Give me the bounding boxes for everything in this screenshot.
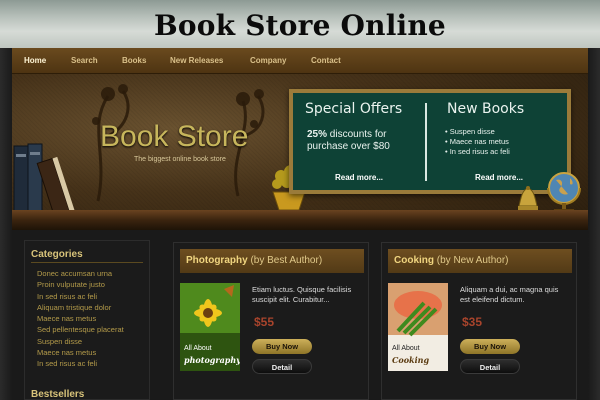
board-divider: [425, 103, 427, 181]
categories-divider: [31, 262, 143, 263]
nav-books[interactable]: Books: [122, 48, 146, 74]
category-link[interactable]: Donec accumsan urna: [37, 268, 124, 279]
buy-now-button[interactable]: Buy Now: [252, 339, 312, 354]
hero-banner: Book Store The biggest online book store…: [12, 74, 588, 230]
detail-button[interactable]: Detail: [460, 359, 520, 374]
categories-heading: Categories: [31, 249, 83, 260]
product-author: (by New Author): [436, 255, 509, 266]
offer-line-2: purchase over $80: [307, 141, 390, 152]
nav-new-releases[interactable]: New Releases: [170, 48, 223, 74]
special-offers-title: Special Offers: [305, 101, 403, 117]
product-price: $35: [462, 315, 483, 329]
categories-list: Donec accumsan urna Proin vulputate just…: [37, 268, 124, 370]
offer-line-1-text: discounts for: [327, 129, 387, 140]
book-cover-cooking[interactable]: All About Cooking: [388, 283, 448, 371]
nav-company[interactable]: Company: [250, 48, 286, 74]
offer-line-1: 25% discounts for: [307, 129, 387, 140]
cover-title-bottom: photography: [184, 355, 240, 365]
page-title-banner: Book Store Online: [0, 0, 600, 48]
product-card: Cooking (by New Author) All About Cookin…: [381, 242, 577, 400]
category-link[interactable]: Sed pellentesque placerat: [37, 324, 124, 335]
category-link[interactable]: Proin vulputate justo: [37, 279, 124, 290]
sidebar: Categories Donec accumsan urna Proin vul…: [24, 240, 150, 400]
bell-icon: [518, 186, 538, 210]
offer-percent: 25%: [307, 129, 328, 140]
book-cover-photography[interactable]: All About photography: [180, 283, 240, 371]
product-price: $55: [254, 315, 275, 329]
detail-button[interactable]: Detail: [252, 359, 312, 374]
new-book-item[interactable]: Maece nas metus: [445, 137, 510, 147]
new-book-item[interactable]: Suspen disse: [445, 127, 510, 137]
category-link[interactable]: Suspen disse: [37, 336, 124, 347]
bestsellers-heading: Bestsellers: [31, 389, 85, 400]
product-description: Etiam luctus. Quisque facilisis suscipit…: [252, 285, 352, 304]
product-card: Photography (by Best Author) All About p…: [173, 242, 369, 400]
new-books-title: New Books: [447, 101, 525, 117]
nav-search[interactable]: Search: [71, 48, 98, 74]
product-card-header: Photography (by Best Author): [180, 249, 364, 273]
special-offers-read-more[interactable]: Read more...: [335, 173, 383, 182]
cover-title-bottom: Cooking: [392, 355, 430, 365]
nav-home[interactable]: Home: [24, 48, 46, 74]
new-books-read-more[interactable]: Read more...: [475, 173, 523, 182]
product-description: Aliquam a dui, ac magna quis est eleifen…: [460, 285, 559, 304]
product-author: (by Best Author): [250, 255, 323, 266]
category-link[interactable]: Maece nas metus: [37, 347, 124, 358]
category-link[interactable]: Maece nas metus: [37, 313, 124, 324]
new-book-item[interactable]: In sed risus ac feli: [445, 147, 510, 157]
category-link[interactable]: Aliquam tristique dolor: [37, 302, 124, 313]
nav-contact[interactable]: Contact: [311, 48, 341, 74]
books-icon: [13, 143, 76, 214]
buy-now-button[interactable]: Buy Now: [460, 339, 520, 354]
new-books-list: Suspen disse Maece nas metus In sed risu…: [445, 127, 510, 157]
cover-title-top: All About: [184, 345, 212, 352]
page-title: Book Store Online: [154, 9, 446, 42]
brand-logo-text: Book Store: [100, 120, 249, 153]
product-card-header: Cooking (by New Author): [388, 249, 572, 273]
category-link[interactable]: In sed risus ac feli: [37, 291, 124, 302]
product-category[interactable]: Photography: [186, 255, 248, 266]
wood-shelf: [12, 210, 588, 230]
chalkboard: Special Offers 25% discounts for purchas…: [289, 89, 571, 194]
globe-icon: [547, 172, 581, 213]
main-nav: Home Search Books New Releases Company C…: [12, 48, 588, 74]
cover-title-top: All About: [392, 345, 420, 352]
brand-tagline: The biggest online book store: [134, 156, 226, 163]
category-link[interactable]: In sed risus ac feli: [37, 358, 124, 369]
product-category[interactable]: Cooking: [394, 255, 434, 266]
